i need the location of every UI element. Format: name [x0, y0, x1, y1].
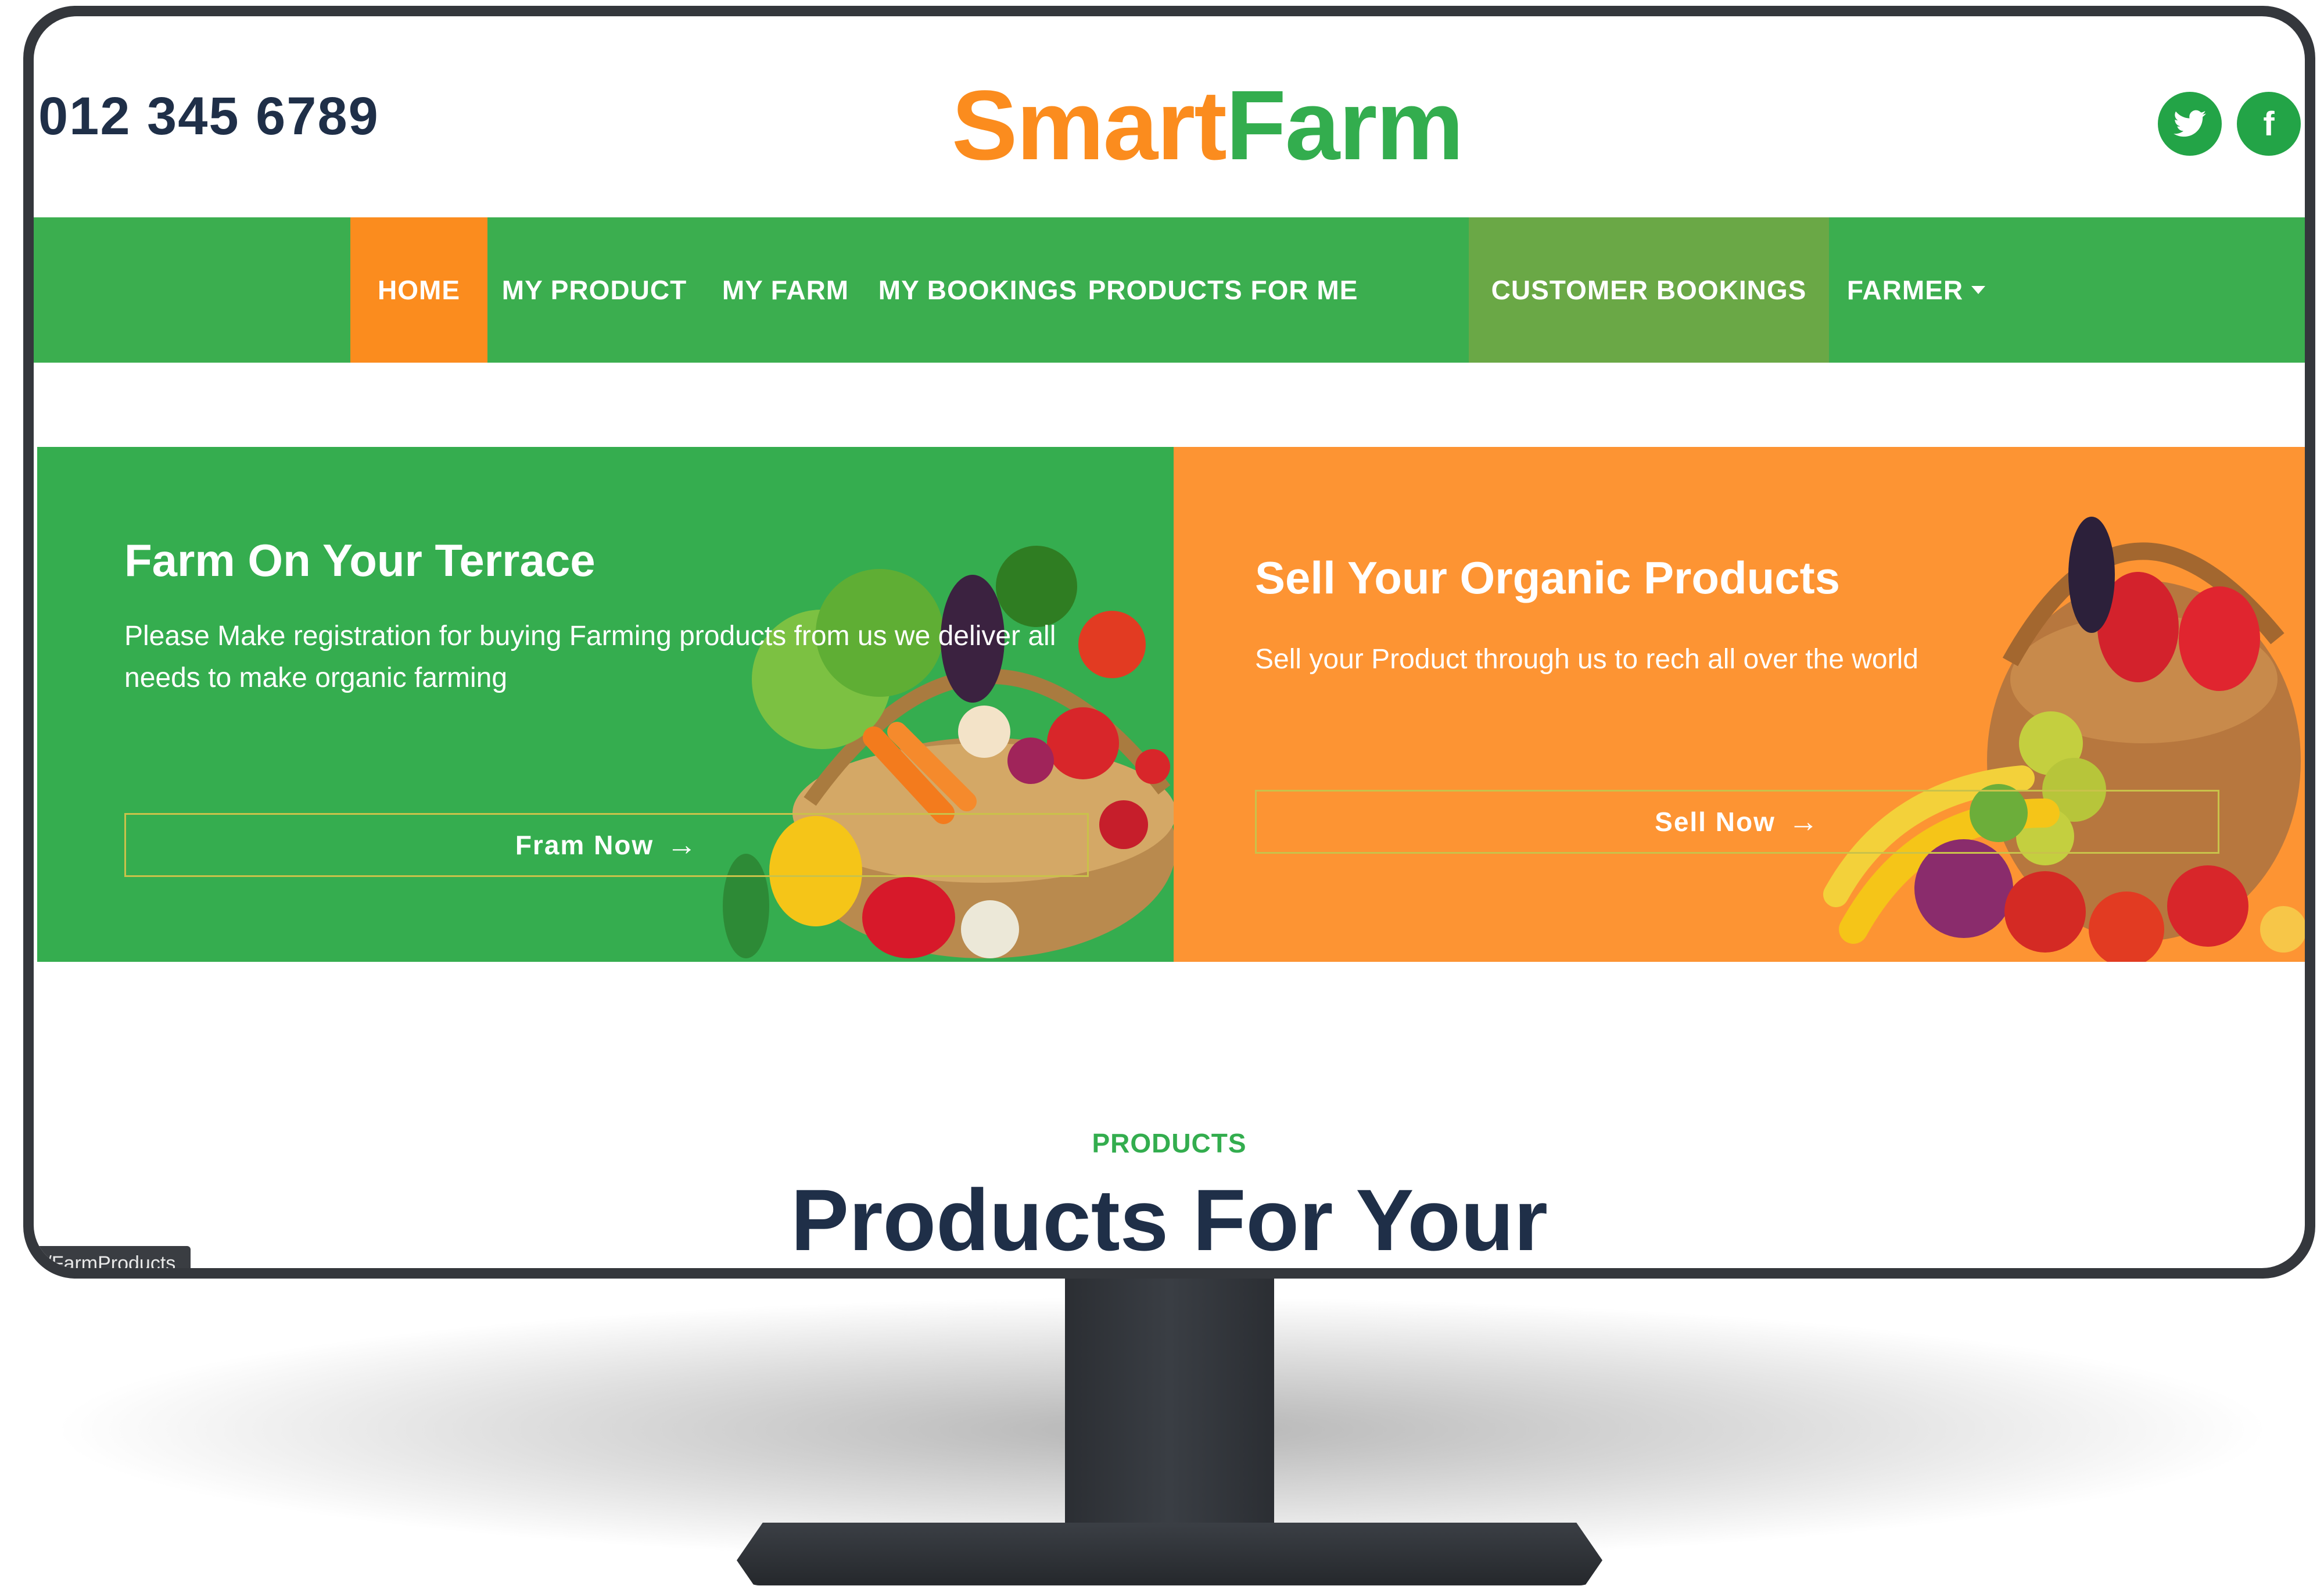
- facebook-icon[interactable]: f: [2237, 92, 2301, 156]
- banner-farm-on-terrace: Farm On Your Terrace Please Make registr…: [37, 447, 1174, 962]
- sell-now-label: Sell Now: [1655, 807, 1776, 837]
- twitter-icon[interactable]: [2158, 92, 2222, 156]
- banner-sell-organic: Sell Your Organic Products Sell your Pro…: [1174, 447, 2305, 962]
- section-label: PRODUCTS: [1092, 1128, 1247, 1158]
- nav-my-farm[interactable]: MY FARM: [701, 217, 870, 363]
- fruit-basket-image: [1823, 517, 2305, 962]
- banner-left-title: Farm On Your Terrace: [124, 535, 596, 586]
- logo-smart: Smart: [952, 70, 1227, 181]
- arrow-right-icon: →: [1788, 805, 1820, 839]
- farm-now-label: Fram Now: [515, 830, 654, 860]
- chevron-down-icon: [1971, 286, 1986, 294]
- banner-left-text: Please Make registration for buying Farm…: [124, 621, 1056, 693]
- facebook-glyph: f: [2263, 105, 2275, 143]
- monitor-frame: 012 345 6789 SmartFarm f in HOME MY PROD…: [23, 6, 2315, 1279]
- arrow-right-icon: →: [666, 828, 698, 862]
- site-logo[interactable]: SmartFarm: [952, 69, 1464, 182]
- status-bar-url: r/FarmProducts: [34, 1246, 191, 1268]
- nav-farmer-label: FARMER: [1846, 275, 1964, 305]
- twitter-icon-glyph: [2174, 110, 2206, 137]
- nav-farmer-dropdown[interactable]: FARMER: [1829, 217, 2003, 363]
- monitor-stand-neck: [1065, 1273, 1274, 1552]
- nav-my-product[interactable]: MY PRODUCT: [487, 217, 701, 363]
- banner-right-title: Sell Your Organic Products: [1255, 552, 1841, 603]
- nav-my-bookings[interactable]: MY BOOKINGS: [870, 217, 1086, 363]
- farm-now-button[interactable]: Fram Now →: [124, 813, 1089, 877]
- header-phone: 012 345 6789: [38, 87, 379, 146]
- screen: 012 345 6789 SmartFarm f in HOME MY PROD…: [34, 16, 2305, 1268]
- nav-home[interactable]: HOME: [350, 217, 487, 363]
- sell-now-button[interactable]: Sell Now →: [1255, 790, 2219, 854]
- main-nav: HOME MY PRODUCT MY FARM MY BOOKINGS PROD…: [34, 217, 2305, 363]
- nav-products-for-me[interactable]: PRODUCTS FOR ME: [1086, 217, 1360, 363]
- monitor-stand-base: [737, 1523, 1602, 1585]
- section-title: Products For Your: [791, 1171, 1548, 1268]
- nav-customer-bookings[interactable]: CUSTOMER BOOKINGS: [1469, 217, 1829, 363]
- banner-right-text: Sell your Product through us to rech all…: [1255, 644, 1918, 675]
- stage: 012 345 6789 SmartFarm f in HOME MY PROD…: [0, 0, 2324, 1586]
- logo-farm: Farm: [1225, 70, 1464, 181]
- vegetable-basket-image: [723, 546, 1174, 958]
